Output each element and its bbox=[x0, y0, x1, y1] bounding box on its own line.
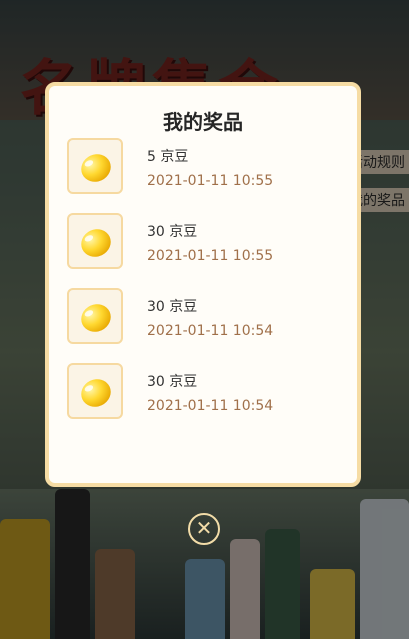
close-button[interactable]: ✕ bbox=[188, 513, 220, 545]
prize-thumbnail bbox=[67, 213, 123, 269]
dialog-title: 我的奖品 bbox=[163, 110, 243, 134]
prize-name: 30 京豆 bbox=[147, 224, 198, 240]
jingdou-bean-icon bbox=[76, 299, 116, 337]
prize-time: 2021-01-11 10:54 bbox=[147, 323, 274, 339]
jingdou-bean-icon bbox=[76, 374, 116, 412]
prize-thumbnail bbox=[67, 138, 123, 194]
prize-time: 2021-01-11 10:54 bbox=[147, 398, 274, 414]
prize-time: 2021-01-11 10:55 bbox=[147, 248, 274, 264]
prize-name: 30 京豆 bbox=[147, 299, 198, 315]
prize-name: 5 京豆 bbox=[147, 149, 189, 165]
prize-thumbnail bbox=[67, 288, 123, 344]
prize-item: 30 京豆 2021-01-11 10:54 bbox=[67, 363, 347, 438]
my-prizes-dialog: 我的奖品 5 京豆 2021-01-11 10:55 30 京豆 2021-01… bbox=[45, 82, 361, 487]
prize-item: 30 京豆 2021-01-11 10:55 bbox=[67, 213, 347, 288]
prize-item: 5 京豆 2021-01-11 10:55 bbox=[67, 138, 347, 213]
prize-thumbnail bbox=[67, 363, 123, 419]
prize-time: 2021-01-11 10:55 bbox=[147, 173, 274, 189]
prize-list: 5 京豆 2021-01-11 10:55 30 京豆 2021-01-11 1… bbox=[67, 138, 347, 438]
jingdou-bean-icon bbox=[76, 149, 116, 187]
close-icon: ✕ bbox=[195, 516, 213, 540]
prize-item: 30 京豆 2021-01-11 10:54 bbox=[67, 288, 347, 363]
jingdou-bean-icon bbox=[76, 224, 116, 262]
prize-name: 30 京豆 bbox=[147, 374, 198, 390]
